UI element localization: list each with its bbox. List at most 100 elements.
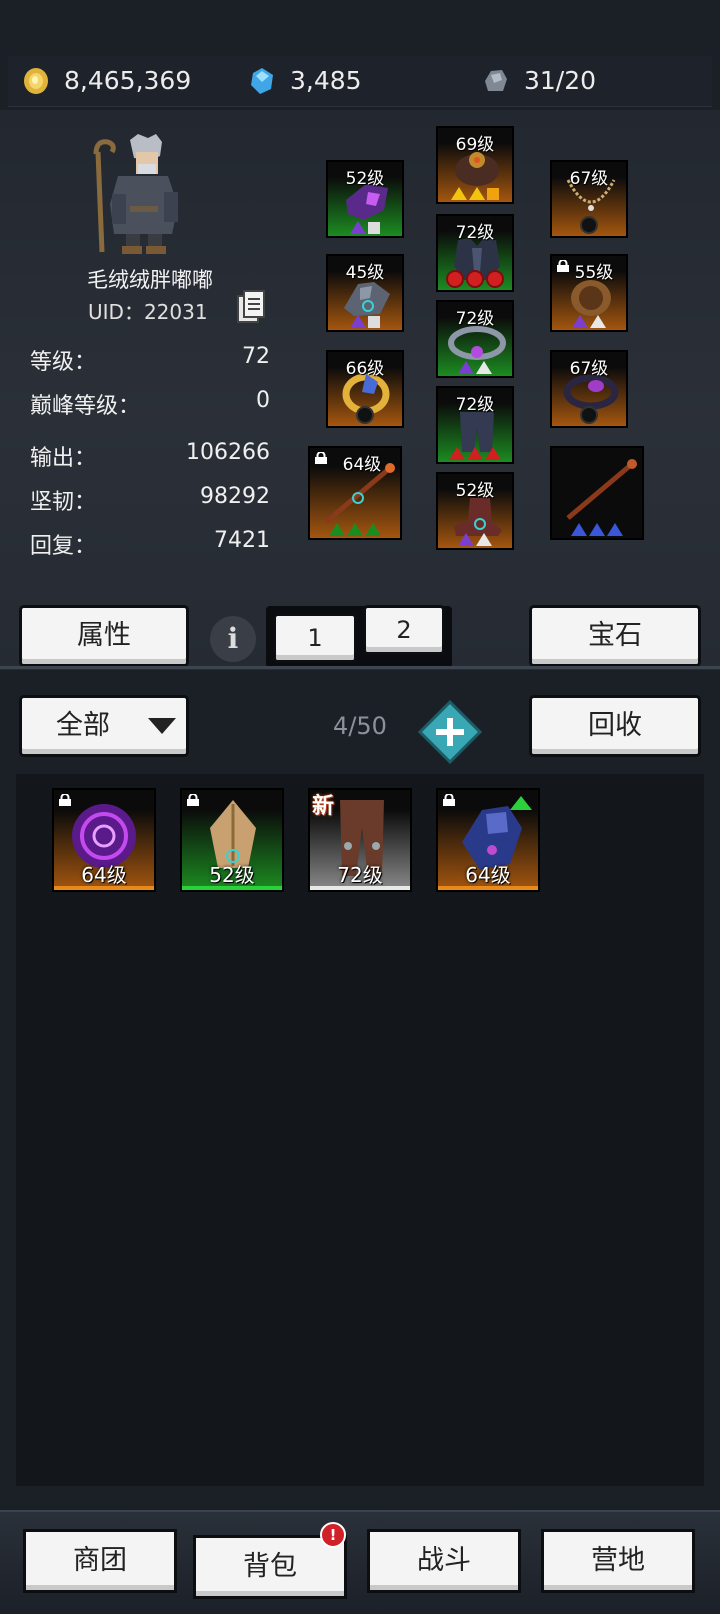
inventory-item[interactable]: 52级 — [180, 788, 284, 892]
blue-gem-icon — [251, 67, 273, 94]
inventory-grid: 64级 52级 新 72级 64级 — [16, 774, 704, 1486]
filter-label: 全部 — [56, 710, 110, 741]
rarity-bar — [54, 886, 154, 890]
stat-value: 7421 — [214, 528, 270, 553]
nav-camp-button[interactable]: 营地 — [544, 1532, 692, 1590]
lock-icon — [59, 794, 71, 806]
gems-button[interactable]: 宝石 — [532, 608, 698, 664]
nav-bag-button[interactable]: 背包 ! — [196, 1522, 346, 1596]
gem-sockets — [438, 187, 512, 200]
loadout-1-button[interactable]: 1 — [276, 616, 354, 660]
attributes-button[interactable]: 属性 — [22, 608, 186, 664]
inventory-item[interactable]: 64级 — [52, 788, 156, 892]
gold-display: 8,465,369 — [22, 66, 191, 95]
stat-label: 等级： — [30, 350, 97, 375]
stat-peak-level: 巅峰等级： 0 — [30, 388, 270, 420]
slot-level: 45级 — [345, 263, 385, 283]
uid-value: 22031 — [143, 300, 208, 324]
upgrade-arrow-icon — [510, 796, 532, 810]
slot-level: 69级 — [455, 135, 495, 155]
gauntlet-icon — [344, 282, 390, 316]
inventory-count: 4/50 — [333, 712, 387, 740]
nav-battle-button[interactable]: 战斗 — [370, 1532, 518, 1590]
new-badge: 新 — [312, 794, 335, 819]
lock-icon — [187, 794, 199, 806]
gem-amount: 3,485 — [290, 66, 362, 95]
stat-level: 等级： 72 — [30, 344, 270, 376]
uid-label: UID： — [88, 300, 144, 324]
item-level: 52级 — [209, 863, 255, 887]
item-level: 64级 — [465, 863, 511, 887]
loadout-2-button[interactable]: 2 — [366, 608, 442, 652]
equip-slot-necklace[interactable]: 67级 — [550, 160, 628, 238]
gem-sockets — [438, 270, 512, 288]
equip-slot-ring-right[interactable]: 67级 — [550, 350, 628, 428]
gem-sockets — [552, 216, 626, 234]
character-avatar[interactable] — [82, 134, 192, 258]
gold-amount: 8,465,369 — [64, 66, 192, 95]
expand-inventory-button[interactable] — [418, 700, 482, 764]
stat-label: 坚韧： — [30, 490, 97, 515]
gem-display: 3,485 — [248, 66, 362, 95]
equip-slot-helm[interactable]: 69级 — [436, 126, 514, 204]
equip-slot-belt[interactable]: 72级 — [436, 300, 514, 378]
bottom-nav: 商团 背包 ! 战斗 营地 — [0, 1510, 720, 1614]
gem-sockets — [328, 315, 402, 328]
gold-coin-icon — [24, 67, 48, 94]
gem-sockets — [552, 523, 642, 536]
uid-row: UID：22031 — [88, 296, 208, 325]
gem-sockets — [328, 221, 402, 234]
slot-level: 72级 — [455, 309, 495, 329]
nav-guild-button[interactable]: 商团 — [26, 1532, 174, 1590]
equip-slot-secondary-weapon[interactable] — [550, 446, 644, 540]
equip-slot-boots[interactable]: 52级 — [436, 472, 514, 550]
item-level: 64级 — [81, 863, 127, 887]
equip-slot-offhand[interactable]: 52级 — [326, 160, 404, 238]
stat-value: 72 — [242, 344, 270, 369]
equip-slot-gloves[interactable]: 45级 — [326, 254, 404, 332]
spear-icon — [566, 459, 637, 520]
stat-value: 0 — [256, 388, 270, 413]
character-name: 毛绒绒胖嘟嘟 — [87, 268, 213, 292]
slot-level: 72级 — [455, 223, 495, 243]
info-button[interactable]: i — [210, 616, 256, 662]
equip-slot-armor[interactable]: 72级 — [436, 214, 514, 292]
stat-toughness: 坚韧： 98292 — [30, 484, 270, 516]
stat-label: 输出： — [30, 446, 97, 471]
slot-level: 72级 — [455, 395, 495, 415]
slot-level: 55级 — [574, 263, 614, 283]
item-level: 72级 — [337, 863, 383, 887]
filter-dropdown[interactable]: 全部 — [22, 698, 186, 754]
inventory-item[interactable]: 新 72级 — [308, 788, 412, 892]
gem-sockets — [438, 447, 512, 460]
character-panel: 毛绒绒胖嘟嘟 UID：22031 等级： 72 巅峰等级： 0 输出： 106266 … — [0, 110, 720, 670]
copy-icon[interactable] — [236, 290, 266, 324]
rarity-bar — [310, 886, 410, 890]
equip-slot-legs[interactable]: 72级 — [436, 386, 514, 464]
stone-amount: 31/20 — [524, 66, 597, 95]
stat-value: 98292 — [200, 484, 270, 509]
notification-badge: ! — [320, 1522, 346, 1548]
equip-slot-weapon[interactable]: 64级 — [308, 446, 402, 540]
inventory-item[interactable]: 64级 — [436, 788, 540, 892]
boots-icon — [454, 498, 502, 536]
gem-sockets — [310, 523, 400, 536]
slot-level: 67级 — [569, 169, 609, 189]
slot-level: 66级 — [345, 359, 385, 379]
currency-bar: 8,465,369 3,485 31/20 — [8, 56, 712, 107]
slot-level: 67级 — [569, 359, 609, 379]
stat-label: 回复： — [30, 534, 97, 559]
stone-display: 31/20 — [482, 66, 596, 95]
equip-slot-bracer[interactable]: 55级 — [550, 254, 628, 332]
rarity-bar — [182, 886, 282, 890]
rarity-bar — [438, 886, 538, 890]
chevron-down-icon — [148, 718, 176, 734]
stat-output: 输出： 106266 — [30, 440, 270, 472]
recycle-button[interactable]: 回收 — [532, 698, 698, 754]
section-divider — [0, 666, 720, 669]
gem-sockets — [438, 533, 512, 546]
stat-recovery: 回复： 7421 — [30, 528, 270, 560]
equip-slot-ring-left[interactable]: 66级 — [326, 350, 404, 428]
slot-level: 64级 — [342, 455, 382, 475]
ore-stone-icon — [485, 69, 507, 91]
